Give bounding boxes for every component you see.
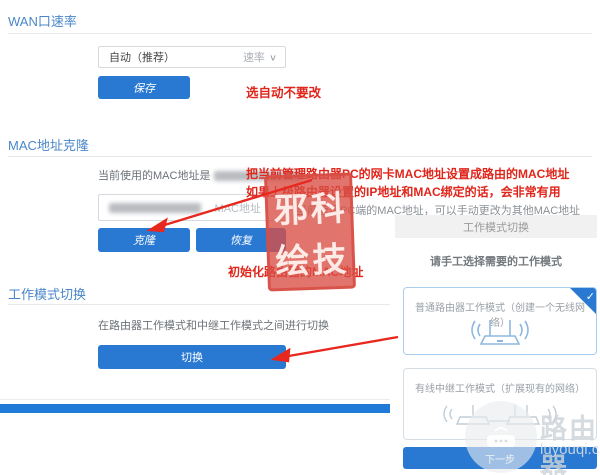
annotation-restore-note: 初始化路由器的MAC地址 (228, 265, 364, 279)
clone-button[interactable]: 克隆 (98, 228, 190, 252)
divider (8, 304, 390, 305)
switch-mode-button[interactable]: 切换 (98, 345, 286, 369)
annotation-wan-note: 选自动不要改 (246, 86, 322, 100)
arrow-to-switch-button (282, 335, 399, 359)
save-button[interactable]: 保存 (98, 76, 190, 99)
section-title-wan-speed: WAN口速率 (8, 14, 77, 29)
checkmark-icon: ✓ (585, 291, 595, 303)
next-step-button[interactable]: 下一步 (403, 447, 597, 469)
selected-corner-badge: ✓ (570, 288, 596, 314)
mode-panel-prompt: 请手工选择需要的工作模式 (430, 256, 562, 268)
annotation-mac-tip-2: 如果上级路由器设置的IP地址和MAC绑定的话，会非常有用 (246, 185, 561, 199)
divider (8, 156, 592, 157)
current-mac-label: 当前使用的MAC地址是 (98, 170, 211, 182)
bottom-blue-bar (0, 404, 390, 413)
blurred-mac-input-value (109, 202, 201, 213)
divider (0, 399, 390, 400)
annotation-mac-tip-1: 把当前管理路由器PC的网卡MAC地址设置成路由的MAC地址 (246, 167, 570, 181)
mode-card-wired-relay[interactable]: 有线中继工作模式（扩展现有的网络） (403, 368, 597, 440)
restore-button[interactable]: 恢复 (196, 228, 286, 252)
chevron-down-icon: ∨ (268, 52, 277, 63)
work-mode-desc: 在路由器工作模式和中继工作模式之间进行切换 (98, 320, 329, 332)
wan-speed-select[interactable]: 自动（推荐） 速率 ∨ (98, 46, 286, 68)
mode-card-router[interactable]: 普通路由器工作模式（创建一个无线网络） ✓ (403, 287, 597, 355)
mode-card-wired-relay-label: 有线中继工作模式（扩展现有的网络） (415, 384, 585, 395)
wired-relay-icon (404, 403, 596, 435)
wan-speed-unit-label: 速率 (242, 52, 265, 64)
divider (8, 33, 592, 34)
section-title-work-mode: 工作模式切换 (8, 287, 87, 302)
mac-input-placeholder: MAC地址 (214, 202, 261, 215)
section-title-mac-clone: MAC地址克隆 (8, 138, 89, 153)
wireless-router-icon (404, 316, 596, 350)
mode-panel-header: 工作模式切换 (395, 215, 597, 238)
wan-speed-selected-value: 自动（推荐） (109, 52, 175, 64)
router-admin-page: WAN口速率 自动（推荐） 速率 ∨ 保存 选自动不要改 MAC地址克隆 当前使… (0, 0, 600, 475)
